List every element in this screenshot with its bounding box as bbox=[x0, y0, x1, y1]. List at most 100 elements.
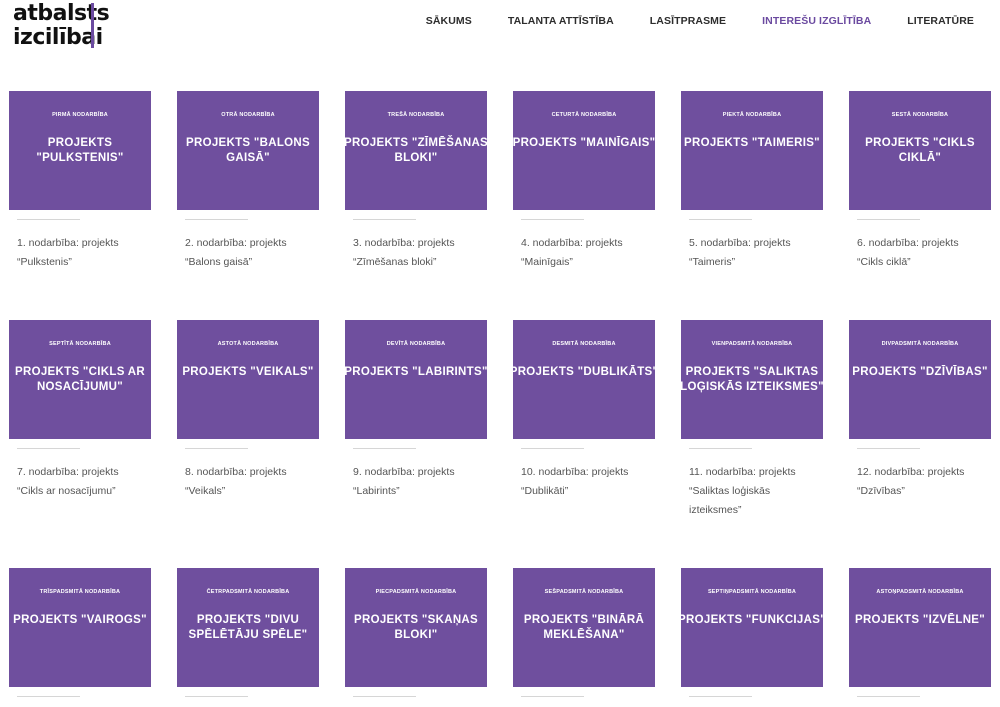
lesson-card[interactable]: PIECPADSMITĀ NODARBĪBA PROJEKTS "SKAŅAS B… bbox=[345, 568, 487, 697]
lesson-tile-subtitle: DIVPADSMITĀ NODARBĪBA bbox=[881, 341, 959, 347]
lesson-tile-title: PROJEKTS "CIKLS CIKLĀ" bbox=[865, 137, 975, 164]
card-divider bbox=[353, 448, 416, 449]
lesson-tile-title: PROJEKTS "CIKLS AR NOSACĪJUMU" bbox=[15, 366, 145, 393]
lesson-tile[interactable]: DESMITĀ NODARBĪBA PROJEKTS "DUBLIKĀTS" bbox=[510, 320, 658, 439]
lesson-tile-title: PROJEKTS "BINĀRĀ MEKLĒŠANA" bbox=[523, 614, 645, 641]
lesson-tile-subtitle: CETURTĀ NODARBĪBA bbox=[551, 112, 617, 118]
lesson-card[interactable]: OTRĀ NODARBĪBA PROJEKTS "BALONS GAISĀ" 2. … bbox=[177, 91, 319, 272]
lesson-tile-title: PROJEKTS "LABIRINTS" bbox=[344, 366, 488, 378]
lesson-card[interactable]: PIEKTĀ NODARBĪBA PROJEKTS "TAIMERIS" 5. no… bbox=[681, 91, 823, 272]
lesson-tile-title: PROJEKTS "VAIROGS" bbox=[13, 614, 147, 626]
card-divider bbox=[521, 219, 584, 220]
card-divider bbox=[185, 448, 248, 449]
lesson-tile-subtitle: TRĪSPADSMITĀ NODARBĪBA bbox=[39, 589, 121, 595]
lesson-tile-subtitle: SEPTĪTĀ NODARBĪBA bbox=[49, 341, 111, 347]
lesson-caption-link[interactable]: 2. nodarbība: projekts “Balons gaisā” bbox=[177, 234, 319, 272]
lesson-caption-link[interactable]: 12. nodarbība: projekts “Dzīvības” bbox=[849, 463, 991, 501]
lesson-tile[interactable]: CETURTĀ NODARBĪBA PROJEKTS "MAINĪGAIS" bbox=[513, 91, 655, 210]
lesson-tile-subtitle: ČETRPADSMITĀ NODARBĪBA bbox=[206, 589, 290, 595]
card-divider bbox=[857, 219, 920, 220]
lesson-card[interactable]: DESMITĀ NODARBĪBA PROJEKTS "DUBLIKĀTS" 10.… bbox=[510, 320, 658, 501]
lesson-card[interactable]: CETURTĀ NODARBĪBA PROJEKTS "MAINĪGAIS" 4. … bbox=[513, 91, 655, 272]
lesson-tile[interactable]: PIEKTĀ NODARBĪBA PROJEKTS "TAIMERIS" bbox=[681, 91, 823, 210]
lesson-card[interactable]: PIRMĀ NODARBĪBA PROJEKTS "PULKSTENIS" 1. n… bbox=[9, 91, 151, 272]
lesson-tile[interactable]: DIVPADSMITĀ NODARBĪBA PROJEKTS "DZĪVĪBAS" bbox=[849, 320, 991, 439]
lesson-card[interactable]: SEPTĪTĀ NODARBĪBA PROJEKTS "CIKLS AR NOSA… bbox=[9, 320, 151, 501]
lesson-card[interactable]: SEPTIŅPADSMITĀ NODARBĪBA PROJEKTS "FUNKCI… bbox=[678, 568, 826, 697]
lesson-card[interactable]: ASTOTĀ NODARBĪBA PROJEKTS "VEIKALS" 8. nod… bbox=[177, 320, 319, 501]
lesson-tile-subtitle: PIRMĀ NODARBĪBA bbox=[52, 112, 108, 118]
lesson-caption-link[interactable]: 9. nodarbība: projekts “Labirints” bbox=[345, 463, 487, 501]
card-divider bbox=[521, 696, 584, 697]
lesson-caption-link[interactable]: 4. nodarbība: projekts “Mainīgais” bbox=[513, 234, 655, 272]
lesson-tile-title: PROJEKTS "IZVĒLNE" bbox=[854, 614, 986, 626]
lesson-card[interactable]: DEVĪTĀ NODARBĪBA PROJEKTS "LABIRINTS" 9. n… bbox=[344, 320, 487, 501]
lesson-tile[interactable]: TREŠĀ NODARBĪBA PROJEKTS "ZĪMĒŠANAS BLOKI… bbox=[344, 91, 488, 210]
lesson-card[interactable]: ASTOŅPADSMITĀ NODARBĪBA PROJEKTS "IZVĒLNE… bbox=[849, 568, 991, 697]
card-divider bbox=[521, 448, 584, 449]
lesson-caption-link[interactable]: 10. nodarbība: projekts “Dublikāti” bbox=[513, 463, 655, 501]
lesson-caption-link[interactable]: 6. nodarbība: projekts “Cikls ciklā” bbox=[849, 234, 991, 272]
lesson-tile-subtitle: OTRĀ NODARBĪBA bbox=[221, 112, 275, 118]
lesson-tile-subtitle: ASTOTĀ NODARBĪBA bbox=[217, 341, 279, 347]
lesson-tile-title: PROJEKTS "PULKSTENIS" bbox=[36, 137, 124, 164]
card-divider bbox=[17, 696, 80, 697]
card-divider bbox=[689, 696, 752, 697]
lesson-tile-title: PROJEKTS "DIVU SPĒLĒTĀJU SPĒLE" bbox=[188, 614, 308, 641]
lesson-tile-title: PROJEKTS "BALONS GAISĀ" bbox=[186, 137, 310, 164]
lesson-tile[interactable]: ASTOTĀ NODARBĪBA PROJEKTS "VEIKALS" bbox=[177, 320, 319, 439]
card-divider bbox=[689, 219, 752, 220]
lesson-tile-title: PROJEKTS "MAINĪGAIS" bbox=[512, 137, 656, 149]
lesson-card[interactable]: DIVPADSMITĀ NODARBĪBA PROJEKTS "DZĪVĪBAS"… bbox=[849, 320, 991, 501]
lesson-tile-subtitle: SESTĀ NODARBĪBA bbox=[891, 112, 949, 118]
card-divider bbox=[353, 219, 416, 220]
lesson-tile-title: PROJEKTS "SALIKTAS LOĢISKĀS IZTEIKSMES" bbox=[680, 366, 824, 393]
card-divider bbox=[857, 448, 920, 449]
lesson-tile-title: PROJEKTS "TAIMERIS" bbox=[684, 137, 820, 149]
lesson-card[interactable]: VIENPADSMITĀ NODARBĪBA PROJEKTS "SALIKTAS… bbox=[680, 320, 824, 520]
lesson-tile[interactable]: TRĪSPADSMITĀ NODARBĪBA PROJEKTS "VAIROGS" bbox=[9, 568, 151, 687]
card-divider bbox=[17, 219, 80, 220]
lesson-caption-link[interactable]: 8. nodarbība: projekts “Veikals” bbox=[177, 463, 319, 501]
lesson-tile-subtitle: PIEKTĀ NODARBĪBA bbox=[722, 112, 782, 118]
lesson-tile-subtitle: SEPTIŅPADSMITĀ NODARBĪBA bbox=[707, 589, 797, 595]
lesson-card[interactable]: SESTĀ NODARBĪBA PROJEKTS "CIKLS CIKLĀ" 6. … bbox=[849, 91, 991, 272]
lesson-tile-subtitle: VIENPADSMITĀ NODARBĪBA bbox=[711, 341, 793, 347]
lesson-tile-title: PROJEKTS "ZĪMĒŠANAS BLOKI" bbox=[343, 137, 489, 164]
lesson-tile[interactable]: SEŠPADSMITĀ NODARBĪBA PROJEKTS "BINĀRĀ ME… bbox=[513, 568, 655, 687]
card-divider bbox=[689, 448, 752, 449]
lesson-caption-link[interactable]: 1. nodarbība: projekts “Pulkstenis” bbox=[9, 234, 151, 272]
card-divider bbox=[353, 696, 416, 697]
lesson-tile-subtitle: ASTOŅPADSMITĀ NODARBĪBA bbox=[876, 589, 964, 595]
lesson-caption-link[interactable]: 5. nodarbība: projekts “Taimeris” bbox=[681, 234, 823, 272]
lesson-tile-subtitle: DEVĪTĀ NODARBĪBA bbox=[386, 341, 446, 347]
lesson-tile[interactable]: ASTOŅPADSMITĀ NODARBĪBA PROJEKTS "IZVĒLNE… bbox=[849, 568, 991, 687]
lesson-tile-subtitle: DESMITĀ NODARBĪBA bbox=[552, 341, 616, 347]
lesson-tile-subtitle: TREŠĀ NODARBĪBA bbox=[387, 112, 445, 118]
lesson-tile[interactable]: PIRMĀ NODARBĪBA PROJEKTS "PULKSTENIS" bbox=[9, 91, 151, 210]
lesson-tile-title: PROJEKTS "VEIKALS" bbox=[182, 366, 314, 378]
lesson-tile-subtitle: SEŠPADSMITĀ NODARBĪBA bbox=[544, 589, 624, 595]
lesson-tile[interactable]: ČETRPADSMITĀ NODARBĪBA PROJEKTS "DIVU SPĒ… bbox=[177, 568, 319, 687]
lesson-caption-link[interactable]: 7. nodarbība: projekts “Cikls ar nosacīj… bbox=[9, 463, 151, 501]
lesson-card[interactable]: ČETRPADSMITĀ NODARBĪBA PROJEKTS "DIVU SPĒ… bbox=[177, 568, 319, 697]
lesson-tile-title: PROJEKTS "FUNKCIJAS" bbox=[678, 614, 826, 626]
card-divider bbox=[857, 696, 920, 697]
lesson-card[interactable]: SEŠPADSMITĀ NODARBĪBA PROJEKTS "BINĀRĀ ME… bbox=[513, 568, 655, 697]
lesson-tile-title: PROJEKTS "SKAŅAS BLOKI" bbox=[354, 614, 478, 641]
lesson-tile-subtitle: PIECPADSMITĀ NODARBĪBA bbox=[375, 589, 457, 595]
lesson-tile[interactable]: VIENPADSMITĀ NODARBĪBA PROJEKTS "SALIKTAS… bbox=[680, 320, 824, 439]
lesson-tile[interactable]: OTRĀ NODARBĪBA PROJEKTS "BALONS GAISĀ" bbox=[177, 91, 319, 210]
lesson-caption-link[interactable]: 3. nodarbība: projekts “Zīmēšanas bloki” bbox=[345, 234, 487, 272]
lesson-tile-title: PROJEKTS "DZĪVĪBAS" bbox=[852, 366, 988, 378]
card-divider bbox=[185, 219, 248, 220]
lesson-caption-link[interactable]: 11. nodarbība: projekts “Saliktas loģisk… bbox=[681, 463, 823, 520]
lesson-tile[interactable]: SESTĀ NODARBĪBA PROJEKTS "CIKLS CIKLĀ" bbox=[849, 91, 991, 210]
lesson-card[interactable]: TRĪSPADSMITĀ NODARBĪBA PROJEKTS "VAIROGS" bbox=[9, 568, 151, 697]
card-divider bbox=[17, 448, 80, 449]
lesson-tile[interactable]: SEPTĪTĀ NODARBĪBA PROJEKTS "CIKLS AR NOSA… bbox=[9, 320, 151, 439]
lesson-card[interactable]: TREŠĀ NODARBĪBA PROJEKTS "ZĪMĒŠANAS BLOKI… bbox=[344, 91, 488, 272]
lesson-tile[interactable]: PIECPADSMITĀ NODARBĪBA PROJEKTS "SKAŅAS B… bbox=[345, 568, 487, 687]
lesson-tile[interactable]: SEPTIŅPADSMITĀ NODARBĪBA PROJEKTS "FUNKCI… bbox=[678, 568, 826, 687]
lesson-tile[interactable]: DEVĪTĀ NODARBĪBA PROJEKTS "LABIRINTS" bbox=[344, 320, 487, 439]
